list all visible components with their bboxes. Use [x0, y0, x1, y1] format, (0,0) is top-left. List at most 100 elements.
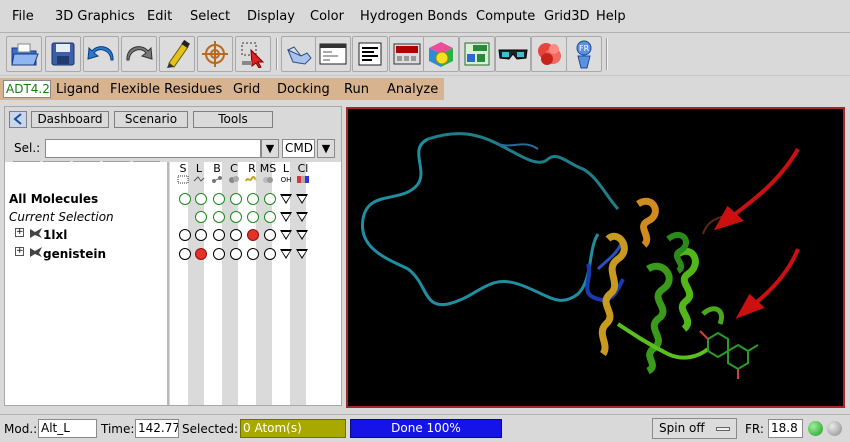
display-toggle-circle[interactable] [264, 248, 276, 260]
select-box-icon [177, 175, 189, 184]
toolbar-separator [276, 38, 278, 70]
display-toggle-circle[interactable] [213, 193, 225, 205]
adt-menu-flexible-residues[interactable]: Flexible Residues [110, 82, 222, 97]
tree-item-molecule[interactable]: genistein [29, 246, 106, 261]
text-lines-icon[interactable] [352, 36, 388, 72]
color-menu-triangle-icon[interactable] [296, 212, 308, 222]
col-header-l[interactable]: L [191, 162, 207, 175]
hand-pointer-icon[interactable] [281, 36, 317, 72]
molecular-surface-icon[interactable] [531, 36, 567, 72]
crosshair-icon[interactable] [197, 36, 233, 72]
col-header-l2[interactable]: L [278, 162, 294, 175]
display-toggle-circle[interactable] [247, 248, 259, 260]
tree-item-all-molecules[interactable]: All Molecules [9, 192, 98, 206]
grid-panel-icon[interactable] [459, 36, 495, 72]
tree-item-molecule[interactable]: 1lxl [29, 227, 67, 242]
adt-logo: ADT4.2 [3, 80, 51, 98]
display-toggle-circle[interactable] [230, 229, 242, 241]
adt-menu-analyze[interactable]: Analyze [387, 82, 438, 97]
adt-menu-run[interactable]: Run [344, 82, 369, 97]
adt-menu-docking[interactable]: Docking [277, 82, 330, 97]
display-toggle-circle[interactable] [247, 229, 259, 241]
display-toggle-circle[interactable] [230, 211, 242, 223]
menu-grid3d[interactable]: Grid3D [544, 9, 590, 24]
expand-toggle[interactable]: + [15, 247, 24, 256]
collapse-arrow-icon[interactable] [9, 111, 27, 128]
col-header-ms[interactable]: MS [258, 162, 278, 175]
col-header-c[interactable]: C [226, 162, 242, 175]
tab-scenario[interactable]: Scenario [114, 111, 188, 128]
col-header-b[interactable]: B [209, 162, 225, 175]
selection-input[interactable] [45, 139, 261, 158]
color-menu-triangle-icon[interactable] [280, 249, 292, 259]
menu-edit[interactable]: Edit [147, 9, 172, 24]
tab-dashboard[interactable]: Dashboard [31, 111, 109, 128]
menu-file[interactable]: File [12, 9, 34, 24]
menu-compute[interactable]: Compute [476, 9, 535, 24]
menu-color[interactable]: Color [310, 9, 344, 24]
display-toggle-circle[interactable] [179, 193, 191, 205]
display-toggle-circle[interactable] [195, 248, 207, 260]
display-toggle-circle[interactable] [195, 211, 207, 223]
time-field: 142.770 [135, 419, 179, 438]
menu-bar: File 3D Graphics Edit Select Display Col… [0, 0, 850, 33]
color-menu-triangle-icon[interactable] [280, 230, 292, 240]
menu-display[interactable]: Display [247, 9, 295, 24]
display-toggle-circle[interactable] [247, 193, 259, 205]
adt-menu-grid[interactable]: Grid [233, 82, 260, 97]
save-disk-icon[interactable] [45, 36, 81, 72]
spin-toggle-indicator [716, 427, 730, 431]
mod-label: Mod.: [4, 422, 38, 436]
menu-hydrogen-bonds[interactable]: Hydrogen Bonds [360, 9, 468, 24]
display-toggle-circle[interactable] [179, 248, 191, 260]
display-toggle-circle[interactable] [195, 229, 207, 241]
menu-select[interactable]: Select [190, 9, 230, 24]
display-toggle-circle[interactable] [230, 193, 242, 205]
open-folder-icon[interactable] [6, 36, 42, 72]
3d-viewer[interactable] [346, 107, 845, 408]
display-toggle-circle[interactable] [230, 248, 242, 260]
tree-item-label: genistein [43, 247, 107, 261]
dashboard-panel-icon[interactable] [389, 36, 425, 72]
color-cube-icon[interactable] [423, 36, 459, 72]
grey-status-led[interactable] [827, 421, 842, 436]
col-header-cl[interactable]: Cl [294, 162, 312, 175]
col-sub-oh: OH [280, 176, 292, 184]
display-toggle-circle[interactable] [247, 211, 259, 223]
undo-arrow-icon[interactable] [83, 36, 119, 72]
color-menu-triangle-icon[interactable] [280, 212, 292, 222]
tree-item-current-selection[interactable]: Current Selection [9, 210, 114, 224]
lines-icon [193, 176, 205, 182]
python-shell-icon[interactable] [315, 36, 351, 72]
selection-dropdown-button[interactable]: ▼ [261, 139, 279, 158]
menu-3d-graphics[interactable]: 3D Graphics [55, 9, 135, 24]
expand-toggle[interactable]: + [15, 228, 24, 237]
display-toggle-circle[interactable] [213, 229, 225, 241]
display-toggle-circle[interactable] [179, 229, 191, 241]
display-toggle-circle[interactable] [195, 193, 207, 205]
tab-tools[interactable]: Tools [193, 111, 273, 128]
spin-toggle[interactable]: Spin off [652, 418, 737, 439]
cmd-field[interactable]: CMD [282, 139, 315, 158]
pencil-icon[interactable] [159, 36, 195, 72]
stereo-glasses-icon[interactable] [495, 36, 531, 72]
display-toggle-circle[interactable] [264, 211, 276, 223]
display-toggle-circle[interactable] [264, 193, 276, 205]
col-header-s[interactable]: S [175, 162, 191, 175]
adt-menu-ligand[interactable]: Ligand [56, 82, 100, 97]
dashboard-panel: Dashboard Scenario Tools Sel.: ▼ CMD ▼ A… [4, 106, 342, 406]
color-menu-triangle-icon[interactable] [296, 230, 308, 240]
display-toggle-circle[interactable] [264, 229, 276, 241]
display-toggle-circle[interactable] [213, 248, 225, 260]
green-status-led [808, 421, 823, 436]
selected-field: 0 Atom(s) [240, 419, 346, 438]
menu-help[interactable]: Help [596, 9, 626, 24]
display-toggle-circle[interactable] [213, 211, 225, 223]
color-menu-triangle-icon[interactable] [296, 194, 308, 204]
redo-arrow-icon[interactable] [121, 36, 157, 72]
color-menu-triangle-icon[interactable] [296, 249, 308, 259]
select-pointer-icon[interactable] [235, 36, 271, 72]
fr-figure-icon[interactable]: FR [566, 36, 602, 72]
cmd-dropdown-button[interactable]: ▼ [317, 139, 335, 158]
color-menu-triangle-icon[interactable] [280, 194, 292, 204]
